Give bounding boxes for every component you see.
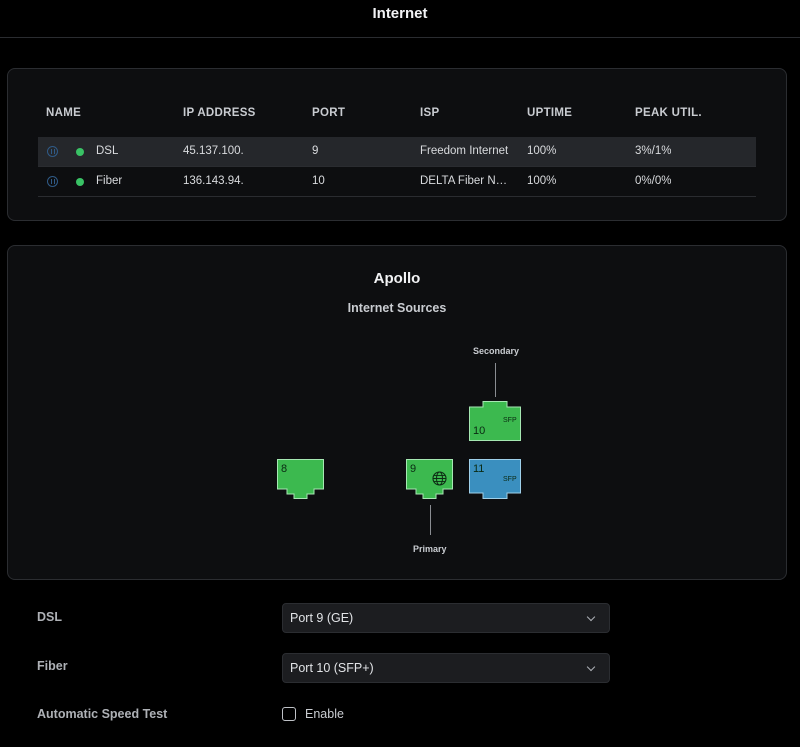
fiber-setting-label: Fiber bbox=[37, 659, 68, 673]
primary-label: Primary bbox=[413, 544, 447, 554]
speed-test-enable-label[interactable]: Enable bbox=[305, 707, 344, 721]
col-name-header[interactable]: NAME bbox=[46, 107, 81, 119]
col-uptime-header[interactable]: UPTIME bbox=[527, 107, 572, 119]
dsl-port-select[interactable]: Port 9 (GE) bbox=[282, 603, 610, 633]
wan-ip: 136.143.94. bbox=[183, 175, 244, 187]
port-number: 10 bbox=[473, 425, 486, 437]
speed-test-label: Automatic Speed Test bbox=[37, 707, 168, 721]
status-dot-icon bbox=[76, 148, 84, 156]
wan-uptime: 100% bbox=[527, 175, 557, 187]
col-ip-header[interactable]: IP ADDRESS bbox=[183, 107, 256, 119]
dsl-port-value: Port 9 (GE) bbox=[290, 611, 354, 625]
wan-table-card: NAME IP ADDRESS PORT ISP UPTIME PEAK UTI… bbox=[7, 68, 787, 221]
primary-connector bbox=[430, 505, 431, 535]
wan-name: Fiber bbox=[96, 175, 123, 187]
speed-test-checkbox[interactable] bbox=[282, 707, 296, 721]
wan-isp: DELTA Fiber Nederland bbox=[420, 175, 512, 187]
col-peak-header[interactable]: PEAK UTIL. bbox=[635, 107, 702, 119]
wan-isp: Freedom Internet bbox=[420, 145, 509, 157]
port-11[interactable]: 11 SFP bbox=[469, 459, 521, 499]
port-type: SFP bbox=[503, 417, 517, 424]
wan-peak: 0%/0% bbox=[635, 175, 672, 187]
page-title: Internet bbox=[0, 0, 800, 38]
wan-peak: 3%/1% bbox=[635, 145, 672, 157]
wan-port: 10 bbox=[312, 175, 325, 187]
port-10[interactable]: 10 SFP bbox=[469, 401, 521, 441]
port-number: 8 bbox=[281, 463, 288, 475]
secondary-connector bbox=[495, 363, 496, 397]
table-header: NAME IP ADDRESS PORT ISP UPTIME PEAK UTI… bbox=[38, 99, 756, 129]
port-8[interactable]: 8 bbox=[277, 459, 324, 499]
wan-name: DSL bbox=[96, 145, 119, 157]
table-row[interactable]: DSL 45.137.100. 9 Freedom Internet 100% … bbox=[38, 137, 756, 167]
col-isp-header[interactable]: ISP bbox=[420, 107, 439, 119]
wan-ip: 45.137.100. bbox=[183, 145, 244, 157]
globe-icon bbox=[432, 471, 447, 486]
port-9[interactable]: 9 bbox=[406, 459, 453, 499]
wan-uptime: 100% bbox=[527, 145, 557, 157]
port-type: SFP bbox=[503, 476, 517, 483]
wan-port: 9 bbox=[312, 145, 319, 157]
status-dot-icon bbox=[76, 178, 84, 186]
device-name: Apollo bbox=[373, 270, 421, 287]
chevron-down-icon bbox=[586, 662, 596, 672]
fiber-port-select[interactable]: Port 10 (SFP+) bbox=[282, 653, 610, 683]
pause-icon[interactable] bbox=[47, 176, 58, 187]
chevron-down-icon bbox=[586, 612, 596, 622]
fiber-port-value: Port 10 (SFP+) bbox=[290, 661, 374, 675]
topology-card: Apollo Internet Sources Secondary 10 SFP… bbox=[7, 245, 787, 580]
topology-subtitle: Internet Sources bbox=[347, 301, 447, 315]
port-number: 11 bbox=[473, 463, 485, 475]
dsl-setting-label: DSL bbox=[37, 610, 62, 624]
table-row[interactable]: Fiber 136.143.94. 10 DELTA Fiber Nederla… bbox=[38, 167, 756, 197]
port-number: 9 bbox=[410, 463, 417, 475]
pause-icon[interactable] bbox=[47, 146, 58, 157]
col-port-header[interactable]: PORT bbox=[312, 107, 345, 119]
secondary-label: Secondary bbox=[473, 346, 520, 356]
